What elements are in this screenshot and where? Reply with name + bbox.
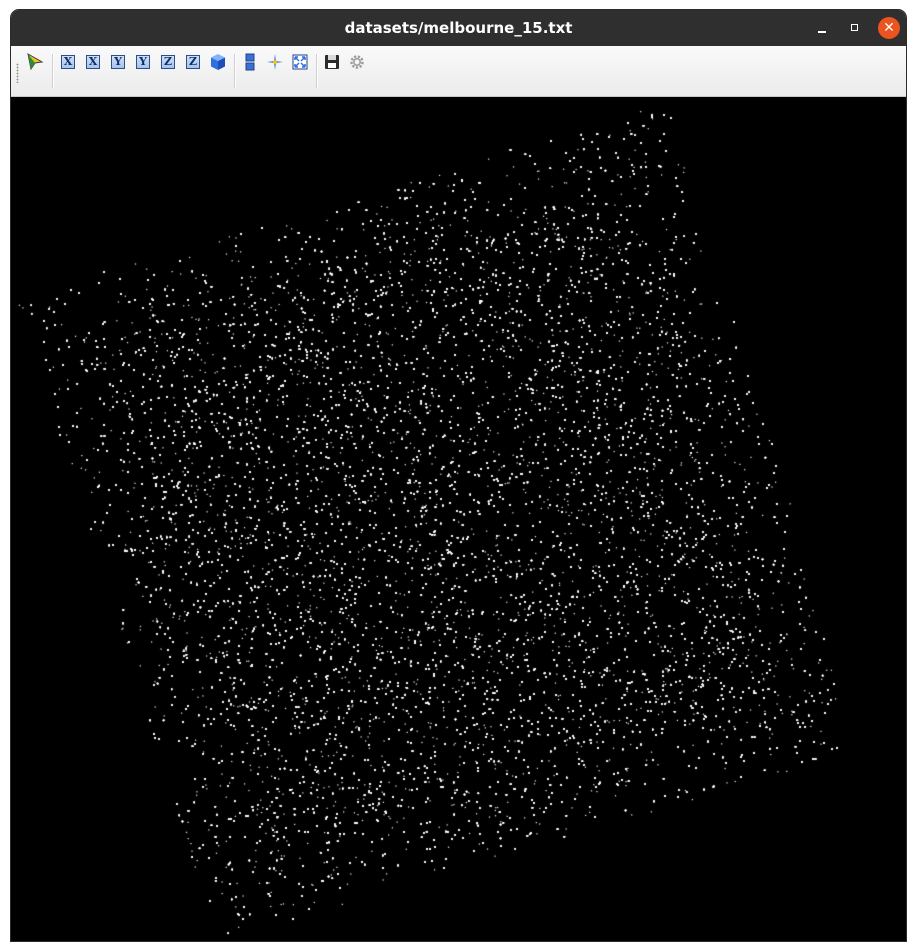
toolbar: X X Y Y Z Z [11,46,906,97]
view-z-plus-button[interactable]: Z [158,52,178,72]
y-axis-icon: Y [136,55,150,69]
color-map-button[interactable] [240,52,260,72]
x-axis-icon: X [61,55,75,69]
minimize-icon [818,31,826,33]
toolbar-grip[interactable] [16,63,19,83]
toolbar-separator [316,54,318,88]
settings-button[interactable] [347,52,367,72]
x-axis-icon: X [86,55,100,69]
cube-icon [211,54,225,70]
view-z-minus-button[interactable]: Z [183,52,203,72]
view-x-plus-button[interactable]: X [58,52,78,72]
z-axis-icon: Z [161,55,175,69]
point-cloud-canvas[interactable] [11,97,906,941]
floppy-disk-icon [325,55,339,69]
gear-icon [350,55,364,69]
view-x-minus-button[interactable]: X [83,52,103,72]
toolbar-separator [234,54,236,88]
title-bar[interactable]: datasets/melbourne_15.txt ✕ [11,10,906,46]
y-axis-icon: Y [111,55,125,69]
save-button[interactable] [322,52,342,72]
window-title: datasets/melbourne_15.txt [344,19,573,37]
minimize-button[interactable] [811,17,833,39]
close-icon: ✕ [883,20,895,36]
maximize-button[interactable] [844,17,866,39]
view-y-plus-button[interactable]: Y [108,52,128,72]
pick-tool-button[interactable] [25,52,45,72]
toolbar-separator [52,54,54,88]
app-window: datasets/melbourne_15.txt ✕ X X Y Y Z Z [10,9,907,942]
point-cloud-viewport[interactable] [11,97,906,941]
view-y-minus-button[interactable]: Y [133,52,153,72]
star-center-icon [267,54,283,70]
arrow-pointer-icon [27,53,44,71]
close-button[interactable]: ✕ [878,17,900,39]
colorbar-icon [245,53,255,71]
zoom-fit-button[interactable] [290,52,310,72]
reset-center-button[interactable] [265,52,285,72]
z-axis-icon: Z [186,55,200,69]
view-3d-button[interactable] [208,52,228,72]
maximize-icon [851,24,858,31]
fit-screen-icon [292,54,308,70]
